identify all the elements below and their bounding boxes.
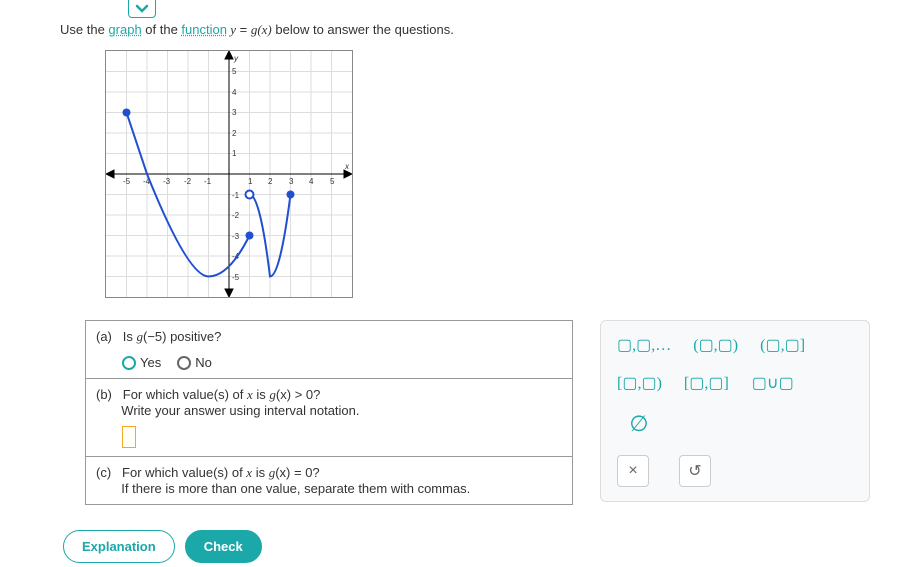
- palette-btn-closed-open[interactable]: [▢,▢): [617, 373, 662, 393]
- expand-toggle[interactable]: [128, 0, 156, 18]
- palette-reset-button[interactable]: ↺: [679, 455, 711, 487]
- palette-btn-closed-closed[interactable]: [▢,▢]: [684, 373, 729, 393]
- svg-text:2: 2: [268, 177, 273, 186]
- symbol-palette: ▢,▢,… (▢,▢) (▢,▢] [▢,▢) [▢,▢] ▢∪▢ ∅ × ↺: [600, 320, 870, 502]
- prompt-text: Use the: [60, 22, 108, 37]
- reset-icon: ↺: [688, 461, 701, 481]
- svg-text:3: 3: [232, 108, 237, 117]
- palette-btn-list[interactable]: ▢,▢,…: [617, 335, 671, 355]
- question-prompt: Use the graph of the function y = g(x) b…: [60, 22, 454, 38]
- close-icon: ×: [628, 462, 637, 480]
- check-button[interactable]: Check: [185, 530, 262, 563]
- radio-yes[interactable]: Yes: [122, 355, 161, 370]
- term-graph[interactable]: graph: [108, 22, 141, 37]
- svg-text:1: 1: [232, 149, 237, 158]
- svg-text:5: 5: [330, 177, 335, 186]
- svg-text:1: 1: [248, 177, 253, 186]
- question-c: (c) For which value(s) of x is g(x) = 0?…: [86, 457, 572, 504]
- radio-yes-label: Yes: [140, 355, 161, 370]
- svg-text:4: 4: [309, 177, 314, 186]
- q-c-label: (c): [96, 465, 111, 480]
- svg-text:-3: -3: [232, 232, 240, 241]
- svg-text:-5: -5: [123, 177, 131, 186]
- action-buttons: Explanation Check: [63, 530, 262, 563]
- explanation-button[interactable]: Explanation: [63, 530, 175, 563]
- svg-text:3: 3: [289, 177, 294, 186]
- q-a-label: (a): [96, 329, 112, 344]
- svg-text:2: 2: [232, 129, 237, 138]
- palette-close-button[interactable]: ×: [617, 455, 649, 487]
- answer-input-b[interactable]: [122, 426, 136, 448]
- graph-area: -5-4-3-2-1 12345 54321 -1-2-3-4-5 x y: [105, 50, 353, 298]
- radio-no-label: No: [195, 355, 212, 370]
- radio-icon: [122, 356, 136, 370]
- svg-text:-5: -5: [232, 273, 240, 282]
- term-function[interactable]: function: [181, 22, 227, 37]
- question-b: (b) For which value(s) of x is g(x) > 0?…: [86, 379, 572, 457]
- svg-text:5: 5: [232, 67, 237, 76]
- palette-btn-open-open[interactable]: (▢,▢): [693, 335, 738, 355]
- svg-text:4: 4: [232, 88, 237, 97]
- svg-text:x: x: [344, 162, 350, 171]
- palette-btn-empty-set[interactable]: ∅: [617, 411, 661, 437]
- svg-text:-2: -2: [232, 211, 240, 220]
- radio-no[interactable]: No: [177, 355, 212, 370]
- radio-icon: [177, 356, 191, 370]
- palette-btn-union[interactable]: ▢∪▢: [751, 373, 795, 393]
- svg-text:-2: -2: [184, 177, 192, 186]
- svg-text:-1: -1: [204, 177, 212, 186]
- q-b-label: (b): [96, 387, 112, 402]
- svg-text:y: y: [233, 54, 239, 63]
- palette-btn-open-closed[interactable]: (▢,▢]: [760, 335, 805, 355]
- svg-text:-1: -1: [232, 191, 240, 200]
- question-a: (a) Is g(−5) positive? Yes No: [86, 321, 572, 379]
- questions-container: (a) Is g(−5) positive? Yes No (b) For wh…: [85, 320, 573, 505]
- svg-text:-3: -3: [163, 177, 171, 186]
- chevron-down-icon: [135, 4, 149, 14]
